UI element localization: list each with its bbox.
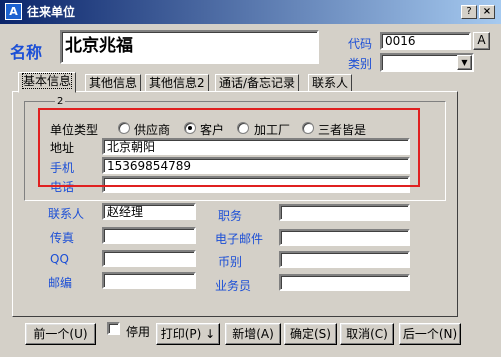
category-select[interactable]: ▼ [380, 53, 474, 72]
radio-supplier-label: 供应商 [134, 123, 171, 137]
zip-field[interactable] [102, 272, 196, 289]
prev-button[interactable]: 前一个(U) [25, 323, 96, 345]
code-value: 0016 [385, 34, 416, 48]
radio-all-three[interactable] [302, 122, 314, 134]
mobile-label: 手机 [50, 161, 75, 175]
tab-other-info[interactable]: 其他信息 [85, 74, 142, 92]
salesman-label: 业务员 [215, 279, 252, 293]
zip-label: 邮编 [48, 276, 73, 290]
category-label: 类别 [348, 57, 373, 71]
group-marker: 2 [55, 96, 66, 107]
disable-checkbox[interactable] [107, 322, 120, 335]
contact-label: 联系人 [48, 207, 85, 221]
address-label: 地址 [50, 141, 75, 155]
radio-selected-dot [188, 126, 192, 130]
address-value: 北京朝阳 [107, 140, 156, 154]
tab-call-notes[interactable]: 通话/备忘记录 [215, 74, 300, 92]
app-icon: A [5, 3, 22, 20]
name-value: 北京兆福 [65, 36, 133, 56]
tab-other-info-2[interactable]: 其他信息2 [145, 74, 209, 92]
job-title-label: 职务 [218, 209, 243, 223]
print-button[interactable]: 打印(P) ↓ [156, 323, 220, 345]
contact-value: 赵经理 [107, 205, 144, 219]
radio-factory-label: 加工厂 [254, 123, 291, 137]
close-button[interactable]: × [479, 5, 495, 19]
code-auto-button[interactable]: A [473, 32, 490, 50]
name-field[interactable]: 北京兆福 [60, 30, 319, 64]
currency-field[interactable] [279, 251, 410, 268]
radio-customer[interactable] [184, 122, 196, 134]
code-label: 代码 [348, 37, 373, 51]
add-button[interactable]: 新增(A) [225, 323, 281, 345]
code-field[interactable]: 0016 [380, 32, 471, 50]
qq-field[interactable] [102, 250, 196, 267]
radio-all-three-label: 三者皆是 [318, 123, 367, 137]
name-label: 名称 [10, 43, 43, 62]
radio-customer-label: 客户 [200, 123, 225, 137]
email-field[interactable] [279, 229, 410, 246]
qq-label: QQ [50, 252, 69, 266]
title-bar[interactable] [0, 0, 501, 24]
mobile-field[interactable]: 15369854789 [102, 157, 410, 174]
contact-field[interactable]: 赵经理 [102, 203, 196, 220]
help-button[interactable]: ? [461, 5, 477, 19]
phone-label: 电话 [50, 180, 75, 194]
disable-label: 停用 [126, 325, 151, 339]
next-button[interactable]: 后一个(N) [399, 323, 461, 345]
salesman-field[interactable] [279, 274, 410, 291]
tab-basic-info[interactable]: 基本信息 [18, 72, 77, 93]
phone-field[interactable] [102, 176, 410, 193]
address-field[interactable]: 北京朝阳 [102, 138, 410, 155]
unit-type-label: 单位类型 [50, 123, 99, 137]
fax-field[interactable] [102, 227, 196, 244]
tab-contacts[interactable]: 联系人 [308, 74, 353, 92]
radio-supplier[interactable] [118, 122, 130, 134]
radio-factory[interactable] [237, 122, 249, 134]
window-title: 往来单位 [27, 5, 76, 19]
currency-label: 币别 [218, 255, 243, 269]
chevron-down-icon[interactable]: ▼ [457, 55, 472, 70]
job-title-field[interactable] [279, 204, 410, 221]
fax-label: 传真 [50, 231, 75, 245]
mobile-value: 15369854789 [107, 159, 191, 173]
cancel-button[interactable]: 取消(C) [340, 323, 394, 345]
email-label: 电子邮件 [215, 232, 264, 246]
ok-button[interactable]: 确定(S) [284, 323, 337, 345]
